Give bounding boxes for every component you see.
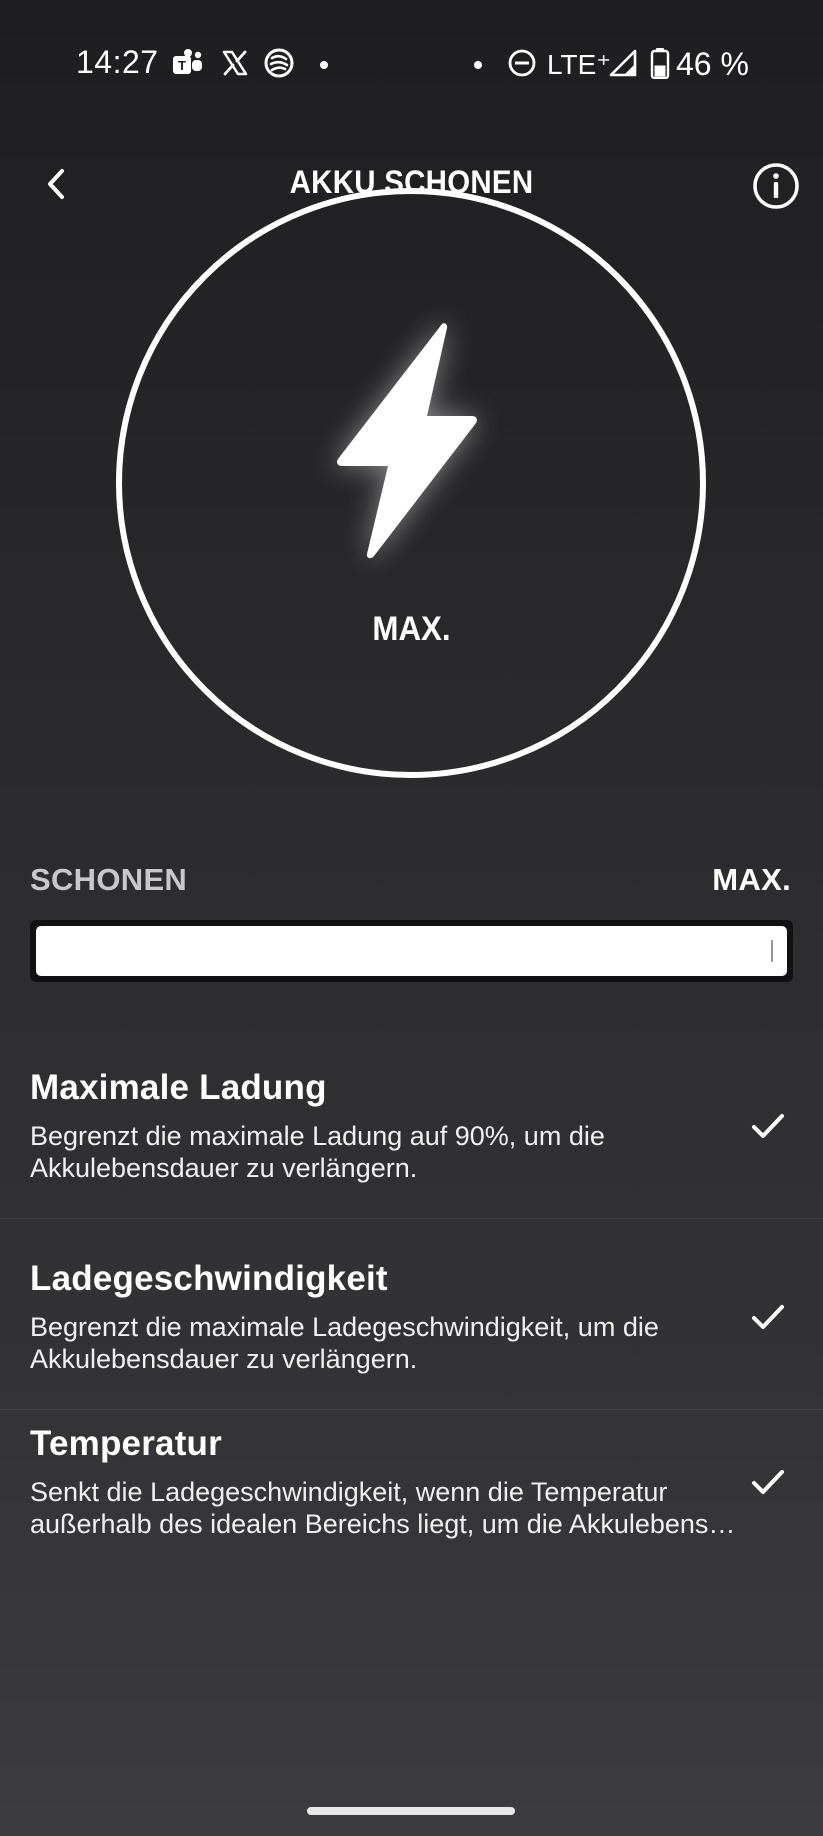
slider-label-min: SCHONEN <box>30 862 188 897</box>
info-button[interactable] <box>752 162 800 210</box>
option-description: Begrenzt die maximale Ladegeschwindigkei… <box>30 1312 659 1374</box>
slider-handle[interactable] <box>771 940 773 962</box>
teams-icon: T <box>170 46 204 80</box>
option-description: Begrenzt die maximale Ladung auf 90%, um… <box>30 1121 605 1183</box>
option-description: Senkt die Ladegeschwindigkeit, wenn die … <box>30 1476 750 1540</box>
charge-mode-slider[interactable] <box>30 920 793 982</box>
checkmark-icon[interactable] <box>750 1108 786 1144</box>
x-icon <box>218 46 252 80</box>
option-description-line: außerhalb des idealen Bereichs liegt, um… <box>30 1509 750 1539</box>
option-temperatur[interactable]: Temperatur Senkt die Ladegeschwindigkeit… <box>0 1416 823 1556</box>
slider-fill <box>36 926 787 976</box>
battery-percent: 46 % <box>676 46 749 82</box>
home-indicator[interactable] <box>307 1807 515 1815</box>
option-title: Ladegeschwindigkeit <box>30 1259 388 1298</box>
do-not-disturb-icon <box>505 46 539 80</box>
network-type: LTE⁺ <box>547 49 612 80</box>
option-description-line: Senkt die Ladegeschwindigkeit, wenn die … <box>30 1477 668 1507</box>
svg-text:T: T <box>178 58 186 73</box>
status-bar: 14:27 T LTE⁺ 46 % <box>0 0 823 130</box>
info-icon <box>753 163 799 209</box>
lightning-bolt-icon <box>337 323 477 559</box>
dot-icon <box>474 61 482 69</box>
option-title: Maximale Ladung <box>30 1068 327 1107</box>
dot-icon <box>320 61 328 69</box>
option-title: Temperatur <box>30 1424 222 1463</box>
checkmark-icon[interactable] <box>750 1299 786 1335</box>
app-icon <box>262 46 296 80</box>
divider <box>0 1409 823 1410</box>
battery-icon <box>643 46 677 80</box>
divider <box>0 1218 823 1219</box>
status-time: 14:27 <box>76 44 159 80</box>
slider-label-max: MAX. <box>712 862 791 897</box>
option-ladegeschwindigkeit[interactable]: Ladegeschwindigkeit Begrenzt die maximal… <box>0 1251 823 1409</box>
checkmark-icon[interactable] <box>750 1464 786 1500</box>
option-maximale-ladung[interactable]: Maximale Ladung Begrenzt die maximale La… <box>0 1060 823 1218</box>
signal-icon <box>606 46 640 80</box>
gauge-label: MAX. <box>372 610 451 648</box>
